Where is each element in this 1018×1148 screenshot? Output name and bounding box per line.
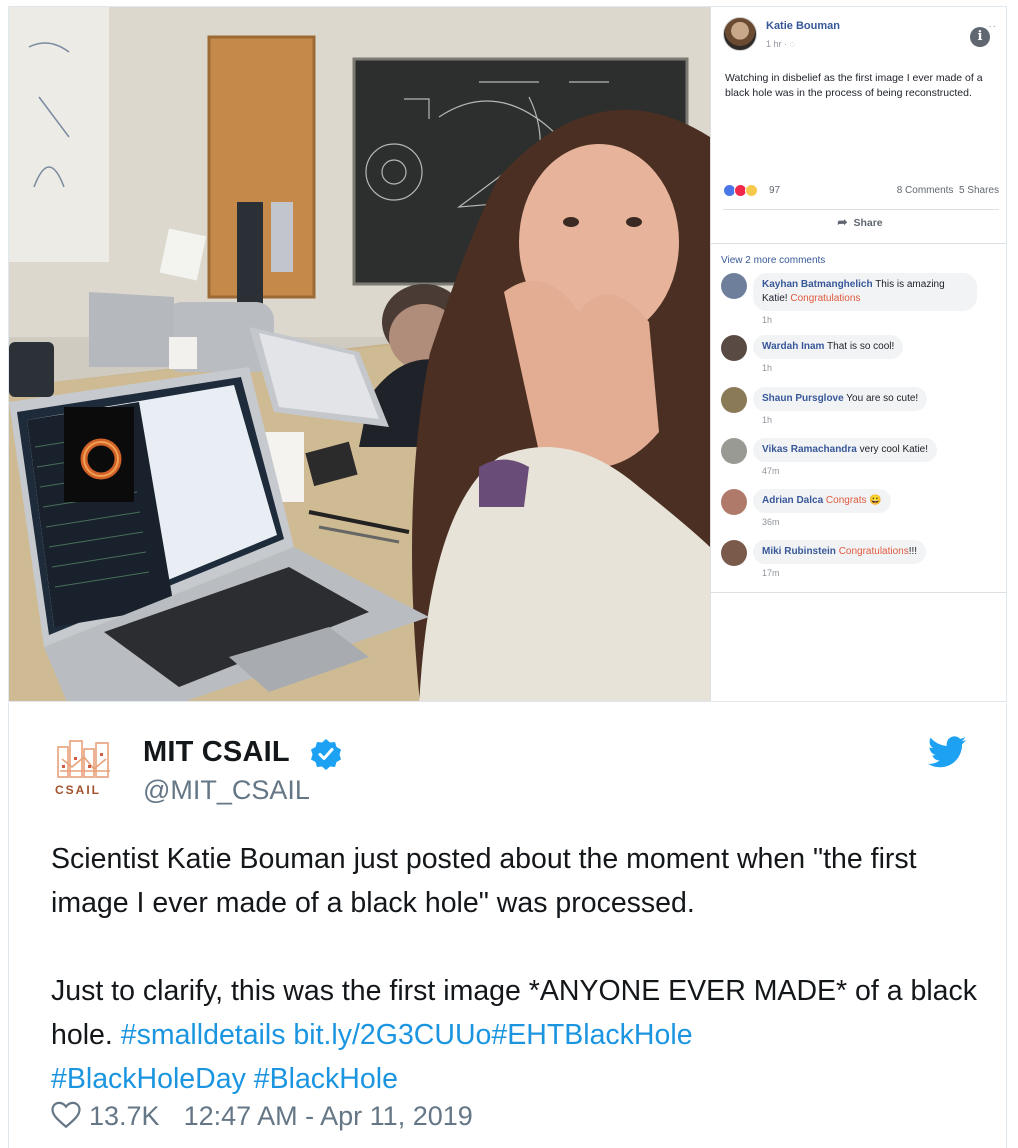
divider xyxy=(711,592,1006,593)
comment-highlight: Congratulations xyxy=(790,293,861,304)
tweet-timestamp[interactable]: 12:47 AM - Apr 11, 2019 xyxy=(184,1101,473,1131)
like-count[interactable]: 13.7K xyxy=(89,1101,160,1131)
comment-bubble: Wardah Inam That is so cool! xyxy=(753,335,904,359)
comment-bubble: Kayhan Batmanghelich This is amazing Kat… xyxy=(753,273,977,311)
tweet-paragraph-1: Scientist Katie Bouman just posted about… xyxy=(51,843,925,919)
comment-bubble: Adrian Dalca Congrats 😀 xyxy=(753,489,891,513)
comment-time[interactable]: 1h xyxy=(762,363,772,373)
comment-highlight: Congratulations xyxy=(838,546,909,557)
share-button[interactable]: ➦ Share xyxy=(711,215,1006,229)
post-stats: 8 Comments 5 Shares xyxy=(897,185,999,196)
comment-text: !!! xyxy=(908,546,918,557)
comment-highlight: Congrats xyxy=(825,495,867,506)
hashtag-link[interactable]: #smalldetails xyxy=(121,1019,286,1051)
verified-badge-icon xyxy=(311,739,341,770)
csail-logo-text: CSAIL xyxy=(55,783,101,797)
commenter-name[interactable]: Shaun Pursglove xyxy=(762,393,844,404)
embedded-facebook-screenshot: Katie Bouman 1 hr · ◌ ·· i Watching in d… xyxy=(8,6,1007,702)
post-header: Katie Bouman 1 hr · ◌ ·· xyxy=(723,17,1003,57)
commenter-avatar[interactable] xyxy=(721,387,747,413)
tweet-footer: 13.7K 12:47 AM - Apr 11, 2019 xyxy=(51,1101,473,1135)
commenter-avatar[interactable] xyxy=(721,335,747,361)
comment-text: very cool Katie! xyxy=(859,444,929,455)
comment-bubble: Vikas Ramachandra very cool Katie! xyxy=(753,438,938,462)
lab-photo-illustration xyxy=(9,7,710,701)
hashtag-link[interactable]: #BlackHoleDay xyxy=(51,1063,246,1095)
commenter-avatar[interactable] xyxy=(721,438,747,464)
post-time[interactable]: 1 hr · ◌ xyxy=(766,39,795,49)
comment-time[interactable]: 47m xyxy=(762,466,780,476)
post-text: Watching in disbelief as the first image… xyxy=(725,72,983,99)
commenter-avatar[interactable] xyxy=(721,273,747,299)
reaction-icons[interactable] xyxy=(723,184,758,197)
share-icon: ➦ xyxy=(837,215,848,229)
comment-bubble: Miki Rubinstein Congratulations!!! xyxy=(753,540,927,564)
short-link[interactable]: bit.ly/2G3CUUo xyxy=(293,1019,491,1051)
divider xyxy=(711,243,1006,244)
comment-time[interactable]: 36m xyxy=(762,517,780,527)
tweet-text: Scientist Katie Bouman just posted about… xyxy=(51,837,981,1101)
account-name[interactable]: MIT CSAIL xyxy=(143,736,290,769)
commenter-name[interactable]: Kayhan Batmanghelich xyxy=(762,279,873,290)
reaction-count[interactable]: 97 xyxy=(769,185,780,196)
grinning-emoji-icon: 😀 xyxy=(869,495,882,506)
twitter-bird-icon[interactable] xyxy=(928,735,966,769)
more-options-icon[interactable]: ·· xyxy=(988,21,997,32)
facebook-post-panel: Katie Bouman 1 hr · ◌ ·· i Watching in d… xyxy=(710,7,1006,701)
comments-count[interactable]: 8 Comments xyxy=(897,185,954,196)
comment-time[interactable]: 1h xyxy=(762,415,772,425)
wow-reaction-icon xyxy=(745,184,758,197)
comment-bubble: Shaun Pursglove You are so cute! xyxy=(753,387,928,411)
tweet-card: CSAIL MIT CSAIL @MIT_CSAIL Scientist Kat… xyxy=(8,703,1007,1148)
comment-text-continued: Katie! xyxy=(762,293,788,304)
share-label: Share xyxy=(853,217,883,229)
hashtag-link[interactable]: #BlackHole xyxy=(254,1063,398,1095)
commenter-name[interactable]: Adrian Dalca xyxy=(762,495,823,506)
commenter-avatar[interactable] xyxy=(721,540,747,566)
commenter-name[interactable]: Miki Rubinstein xyxy=(762,546,836,557)
commenter-name[interactable]: Wardah Inam xyxy=(762,341,824,352)
author-name[interactable]: Katie Bouman xyxy=(766,20,840,32)
divider xyxy=(723,209,999,210)
commenter-name[interactable]: Vikas Ramachandra xyxy=(762,444,857,455)
shares-count[interactable]: 5 Shares xyxy=(959,185,999,196)
info-icon[interactable]: i xyxy=(970,27,990,47)
account-handle[interactable]: @MIT_CSAIL xyxy=(143,775,310,806)
commenter-avatar[interactable] xyxy=(721,489,747,515)
comment-time[interactable]: 1h xyxy=(762,315,772,325)
reactions-bar: 97 8 Comments 5 Shares xyxy=(723,183,999,201)
hashtag-link[interactable]: #EHTBlackHole xyxy=(491,1019,692,1051)
lab-photo xyxy=(9,7,710,701)
comment-text: You are so cute! xyxy=(846,393,919,404)
author-avatar[interactable] xyxy=(723,17,757,51)
comment-time[interactable]: 17m xyxy=(762,568,780,578)
csail-logo[interactable]: CSAIL xyxy=(52,739,116,805)
view-more-comments-link[interactable]: View 2 more comments xyxy=(721,255,825,266)
comment-text: This is amazing xyxy=(875,279,945,290)
comment-text: That is so cool! xyxy=(827,341,895,352)
like-heart-icon[interactable] xyxy=(51,1101,81,1135)
